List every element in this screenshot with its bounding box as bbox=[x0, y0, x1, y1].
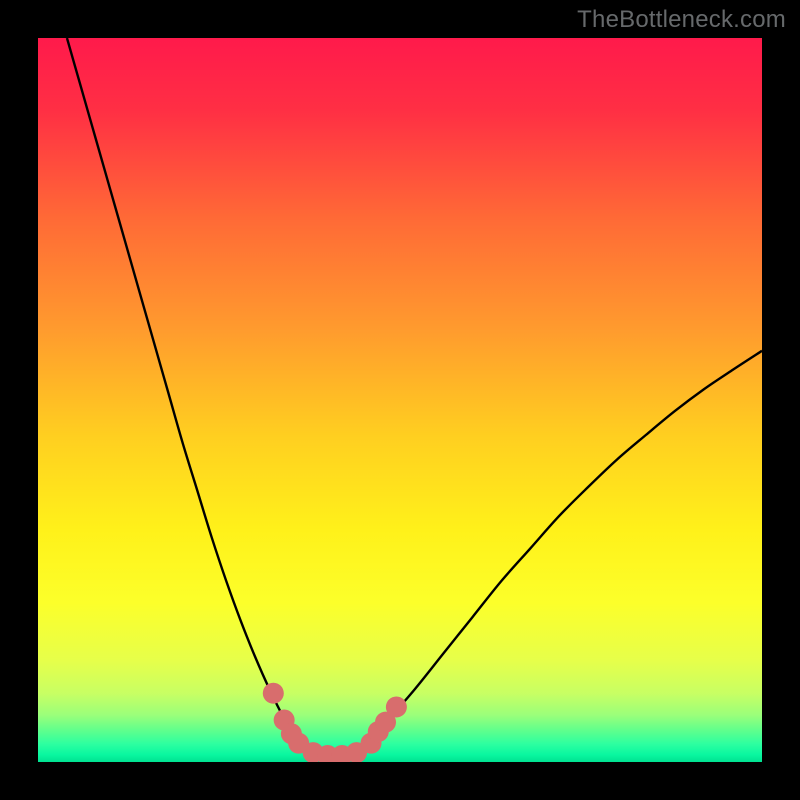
chart-frame: TheBottleneck.com bbox=[0, 0, 800, 800]
marker-dot bbox=[263, 683, 284, 704]
chart-svg bbox=[38, 38, 762, 762]
plot-area bbox=[38, 38, 762, 762]
gradient-background bbox=[38, 38, 762, 762]
marker-dot bbox=[386, 696, 407, 717]
watermark-text: TheBottleneck.com bbox=[577, 6, 786, 34]
